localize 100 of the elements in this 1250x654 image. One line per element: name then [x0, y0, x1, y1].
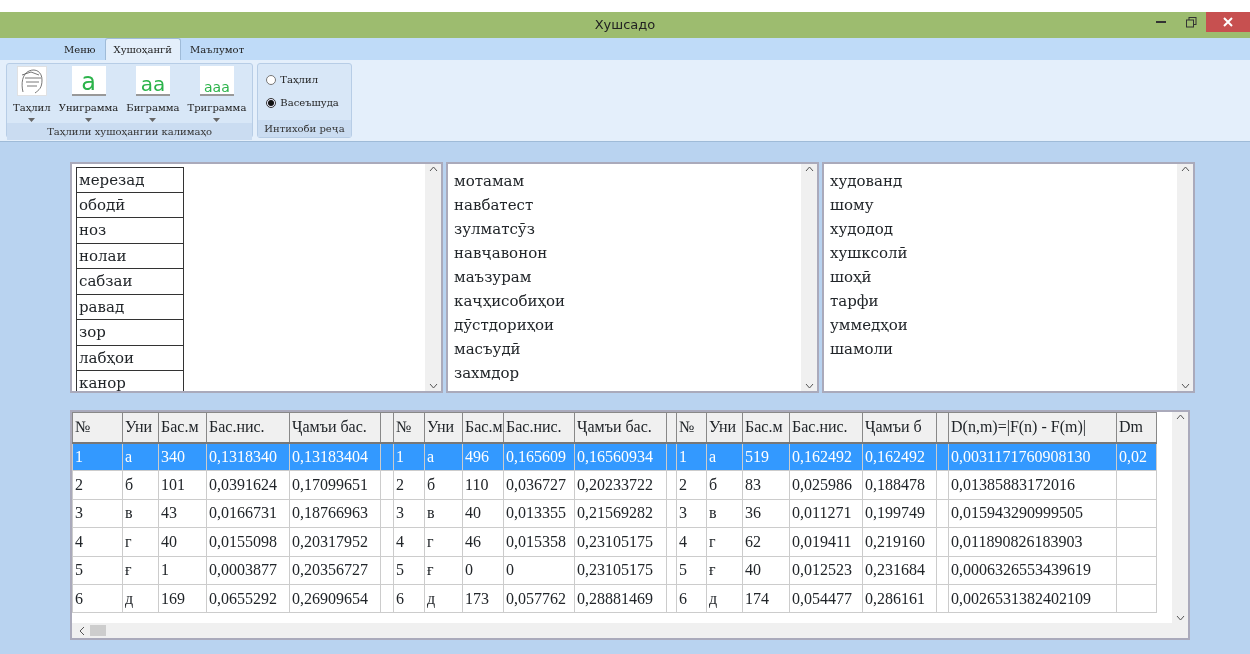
- table-cell: 173: [462, 584, 504, 613]
- list-item[interactable]: маъзурам: [454, 265, 795, 289]
- list-item[interactable]: шоҳӣ: [830, 265, 1171, 289]
- restore-icon: [1185, 16, 1197, 28]
- list-item[interactable]: навбатест: [454, 193, 795, 217]
- table-cell: 0,188478: [862, 470, 937, 500]
- list-cell: сабзаи: [76, 269, 184, 295]
- column-header[interactable]: Ҷамъи бас.: [574, 412, 667, 443]
- table-cell: 6: [393, 584, 425, 613]
- column-header[interactable]: Бас.м: [742, 412, 790, 443]
- list-item[interactable]: хушксолӣ: [830, 241, 1171, 265]
- column-header[interactable]: Dm: [1116, 412, 1157, 443]
- scroll-down-icon[interactable]: [1180, 383, 1190, 389]
- column-header[interactable]: №: [393, 412, 425, 443]
- ribbon-tab[interactable]: Хушоҳангӣ: [104, 38, 182, 60]
- table-cell: 0,0166731: [206, 499, 290, 528]
- list-item[interactable]: худованд: [830, 169, 1171, 193]
- column-header[interactable]: №: [676, 412, 707, 443]
- table-cell: 0,0026531382402109: [948, 584, 1117, 613]
- table-cell: 62: [742, 527, 790, 557]
- column-header[interactable]: Уни: [122, 412, 159, 443]
- ribbon-button[interactable]: Таҳлил: [11, 64, 53, 123]
- list-box[interactable]: худованд шому худодод хушксолӣ шоҳӣ тарфи уммедҳои шамоли: [822, 162, 1195, 393]
- table-cell: д: [122, 584, 159, 613]
- vertical-scrollbar[interactable]: [1177, 164, 1193, 391]
- ribbon-button[interactable]: aaa Триграмма: [185, 64, 249, 123]
- radio-button[interactable]: Васеъшуда: [266, 95, 343, 110]
- list-item[interactable]: зулматсӯз: [454, 217, 795, 241]
- table-cell: 0,18766963: [289, 499, 381, 528]
- column-header[interactable]: №: [72, 412, 123, 443]
- close-button[interactable]: [1206, 12, 1250, 32]
- table-cell: 0,21569282: [574, 499, 667, 528]
- list-item[interactable]: масъудӣ: [454, 337, 795, 361]
- column-header[interactable]: D(n,m)=|F(n) - F(m)|: [948, 412, 1117, 443]
- table-cell: 0,199749: [862, 499, 937, 528]
- ribbon-button[interactable]: a Униграмма: [56, 64, 121, 123]
- radio-circle-icon[interactable]: [266, 74, 277, 85]
- radio-circle-icon[interactable]: [266, 97, 277, 108]
- table-cell: 0,165609: [503, 442, 575, 471]
- list-cell: мерезад: [76, 167, 184, 193]
- column-header[interactable]: Бас.нис.: [789, 412, 863, 443]
- table-cell: б: [122, 470, 159, 500]
- column-header[interactable]: Бас.м: [158, 412, 207, 443]
- list-item[interactable]: мотамам: [454, 169, 795, 193]
- table-cell: ғ: [424, 556, 463, 585]
- vertical-scrollbar[interactable]: [1172, 412, 1188, 623]
- table-cell: в: [424, 499, 463, 528]
- table-cell: 5: [72, 556, 123, 585]
- scroll-up-icon[interactable]: [1180, 166, 1190, 172]
- table-cell: 2: [676, 470, 707, 500]
- list-item[interactable]: каҷҳисобиҳои: [454, 289, 795, 313]
- scroll-down-icon[interactable]: [804, 383, 814, 389]
- column-header[interactable]: Бас.м: [462, 412, 504, 443]
- list-item[interactable]: худодод: [830, 217, 1171, 241]
- table-cell: в: [122, 499, 159, 528]
- list-item[interactable]: захмдор: [454, 361, 795, 385]
- table-cell: 0,025986: [789, 470, 863, 500]
- list-item[interactable]: тарфи: [830, 289, 1171, 313]
- close-icon: [1223, 17, 1233, 27]
- column-header[interactable]: Бас.нис.: [206, 412, 290, 443]
- table-cell: 0,012523: [789, 556, 863, 585]
- table-cell: 2: [393, 470, 425, 500]
- table-cell: 3: [72, 499, 123, 528]
- vertical-scrollbar[interactable]: [425, 164, 441, 391]
- column-header[interactable]: Ҷамъи бас.: [289, 412, 381, 443]
- list-box[interactable]: мотамам навбатест зулматсӯз навҷавонон маъзурам каҷҳисобиҳои дӯстдориҳои масъудӣ захмдор: [446, 162, 819, 393]
- table-cell: 0,01385883172016: [948, 470, 1117, 500]
- ribbon-tab[interactable]: Маълумот: [181, 38, 254, 60]
- column-header[interactable]: Ҷамъи б: [862, 412, 937, 443]
- scroll-down-icon[interactable]: [1175, 615, 1185, 621]
- list-item[interactable]: уммедҳои: [830, 313, 1171, 337]
- list-item[interactable]: дӯстдориҳои: [454, 313, 795, 337]
- table-cell: 0,0003877: [206, 556, 290, 585]
- column-header[interactable]: Бас.нис.: [503, 412, 575, 443]
- scroll-up-icon[interactable]: [428, 166, 438, 172]
- list-box[interactable]: мерезад ободӣ ноз нолаи сабзаи равад зор лабҳои канор: [70, 162, 443, 393]
- list-cell: канор: [76, 371, 184, 391]
- scroll-up-icon[interactable]: [804, 166, 814, 172]
- table-cell: г: [122, 527, 159, 557]
- ribbon-button[interactable]: aa Биграмма: [124, 64, 182, 123]
- radio-button[interactable]: Таҳлил: [266, 72, 343, 87]
- column-header[interactable]: Уни: [706, 412, 743, 443]
- scroll-up-icon[interactable]: [1175, 414, 1185, 420]
- horizontal-scrollbar[interactable]: [72, 623, 1188, 638]
- list-item[interactable]: шому: [830, 193, 1171, 217]
- list-cell: равад: [76, 294, 184, 320]
- scroll-down-icon[interactable]: [428, 383, 438, 389]
- column-header[interactable]: Уни: [424, 412, 463, 443]
- letters-icon: a: [71, 66, 106, 96]
- list-item[interactable]: шамоли: [830, 337, 1171, 361]
- table-cell: 0,162492: [789, 442, 863, 471]
- scrollbar-thumb[interactable]: [90, 625, 106, 636]
- table-cell: 36: [742, 499, 790, 528]
- group-label: Интихоби реҷа: [258, 120, 351, 137]
- vertical-scrollbar[interactable]: [801, 164, 817, 391]
- list-cell: ноз: [76, 218, 184, 244]
- table-cell: 0,0031171760908130: [948, 442, 1117, 471]
- table-cell: 3: [393, 499, 425, 528]
- list-item[interactable]: навҷавонон: [454, 241, 795, 265]
- ribbon-tab[interactable]: Меню: [55, 38, 105, 60]
